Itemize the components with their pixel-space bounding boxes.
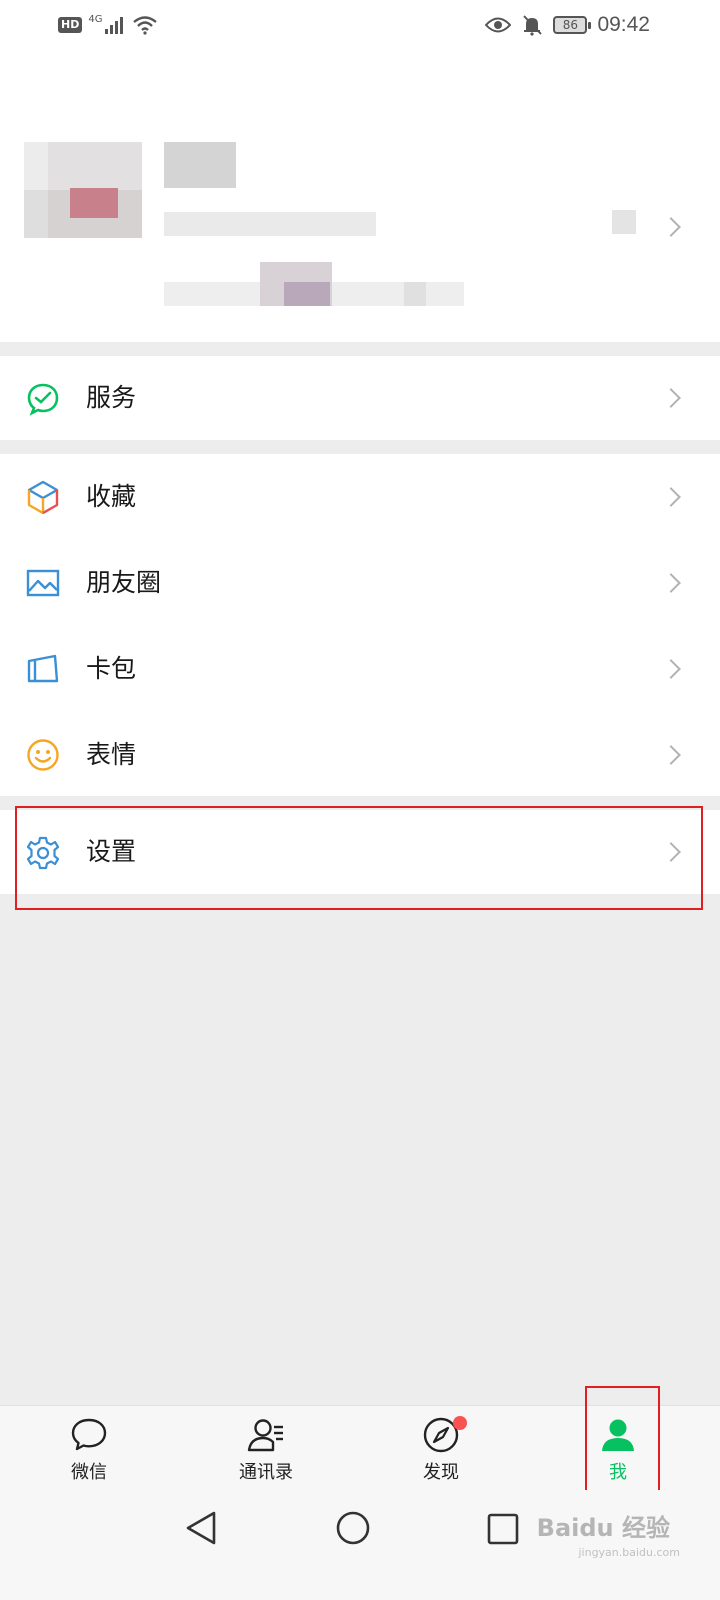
status-bar: HD 4G 86 09:42 bbox=[0, 0, 720, 52]
chat-bubble-icon bbox=[71, 1418, 107, 1451]
status-blurred bbox=[164, 258, 464, 306]
service-icon bbox=[27, 383, 59, 416]
clock: 09:42 bbox=[597, 13, 650, 36]
tab-label: 微信 bbox=[71, 1462, 107, 1483]
moments-picture-icon bbox=[26, 569, 60, 597]
chevron-right-icon bbox=[661, 745, 681, 765]
chevron-right-icon bbox=[661, 487, 681, 507]
wifi-icon bbox=[133, 16, 158, 35]
menu-item-label: 卡包 bbox=[86, 654, 137, 683]
recents-square-icon[interactable] bbox=[486, 1512, 520, 1546]
menu-item-label: 服务 bbox=[86, 383, 137, 412]
contacts-person-icon bbox=[247, 1419, 283, 1452]
wechat-id-blurred bbox=[164, 212, 376, 236]
section-service: 服务 bbox=[0, 356, 720, 440]
network-type: 4G bbox=[88, 13, 103, 25]
signal-icon bbox=[105, 17, 124, 34]
nickname-blurred bbox=[164, 142, 236, 188]
back-triangle-icon[interactable] bbox=[184, 1510, 220, 1546]
tab-contacts[interactable]: 通讯录 bbox=[206, 1406, 326, 1491]
avatar[interactable] bbox=[24, 142, 142, 238]
status-left: HD 4G bbox=[58, 12, 158, 38]
menu-item-label: 朋友圈 bbox=[86, 568, 162, 597]
tab-label: 发现 bbox=[423, 1462, 459, 1483]
tab-chats[interactable]: 微信 bbox=[29, 1406, 149, 1491]
battery-indicator: 86 bbox=[553, 16, 592, 34]
settings-highlight-box bbox=[15, 806, 703, 910]
system-nav-bar bbox=[0, 1490, 720, 1600]
menu-item-label: 收藏 bbox=[86, 482, 137, 511]
tab-discover[interactable]: 发现 bbox=[381, 1406, 501, 1491]
baidu-watermark: Baidu 经验 bbox=[536, 1514, 670, 1542]
mute-bell-icon bbox=[523, 15, 543, 36]
chevron-right-icon bbox=[661, 573, 681, 593]
hd-badge: HD bbox=[58, 17, 83, 33]
menu-item-favorites[interactable]: 收藏 bbox=[0, 454, 720, 540]
profile-header[interactable] bbox=[0, 52, 720, 342]
menu-item-service[interactable]: 服务 bbox=[0, 356, 720, 440]
me-tab-highlight-box bbox=[585, 1386, 660, 1502]
stickers-smile-icon bbox=[27, 739, 59, 771]
baidu-watermark-url: jingyan.baidu.com bbox=[578, 1546, 680, 1559]
tab-label: 通讯录 bbox=[239, 1462, 293, 1483]
menu-item-cards[interactable]: 卡包 bbox=[0, 626, 720, 712]
profile-chevron-icon bbox=[661, 217, 681, 237]
qr-code-icon[interactable] bbox=[612, 210, 636, 234]
section-main: 收藏 朋友圈 卡包 表情 bbox=[0, 454, 720, 796]
new-badge-dot bbox=[453, 1416, 467, 1430]
menu-item-moments[interactable]: 朋友圈 bbox=[0, 540, 720, 626]
favorites-cube-icon bbox=[27, 480, 59, 514]
status-right: 86 09:42 bbox=[485, 12, 650, 38]
cards-wallet-icon bbox=[27, 654, 59, 683]
chevron-right-icon bbox=[661, 659, 681, 679]
menu-item-label: 表情 bbox=[86, 740, 137, 769]
home-circle-icon[interactable] bbox=[335, 1510, 371, 1546]
menu-item-stickers[interactable]: 表情 bbox=[0, 712, 720, 798]
chevron-right-icon bbox=[661, 388, 681, 408]
eye-icon bbox=[485, 17, 512, 33]
